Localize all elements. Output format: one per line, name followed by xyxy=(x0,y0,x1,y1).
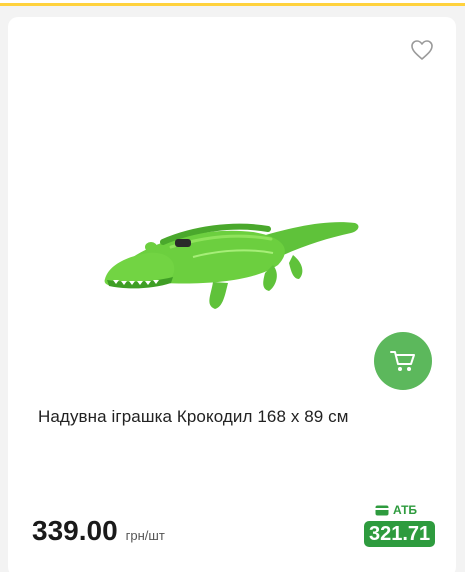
product-title[interactable]: Надувна іграшка Крокодил 168 x 89 см xyxy=(38,407,438,427)
loyalty-label-text: АТБ xyxy=(393,503,418,517)
price-row: 339.00 грн/шт xyxy=(32,515,165,547)
card-icon xyxy=(375,505,389,515)
loyalty-price: 321.71 xyxy=(364,521,436,547)
product-card[interactable]: Надувна іграшка Крокодил 168 x 89 см 339… xyxy=(8,17,456,572)
top-border xyxy=(0,0,465,6)
price-unit: грн/шт xyxy=(125,528,165,543)
heart-icon xyxy=(411,40,433,60)
cart-icon xyxy=(390,351,415,371)
crocodile-image xyxy=(104,222,359,309)
price: 339.00 xyxy=(32,515,118,546)
loyalty-label: АТБ xyxy=(375,503,417,517)
favorite-button[interactable] xyxy=(410,39,434,61)
add-to-cart-button[interactable] xyxy=(374,332,432,390)
